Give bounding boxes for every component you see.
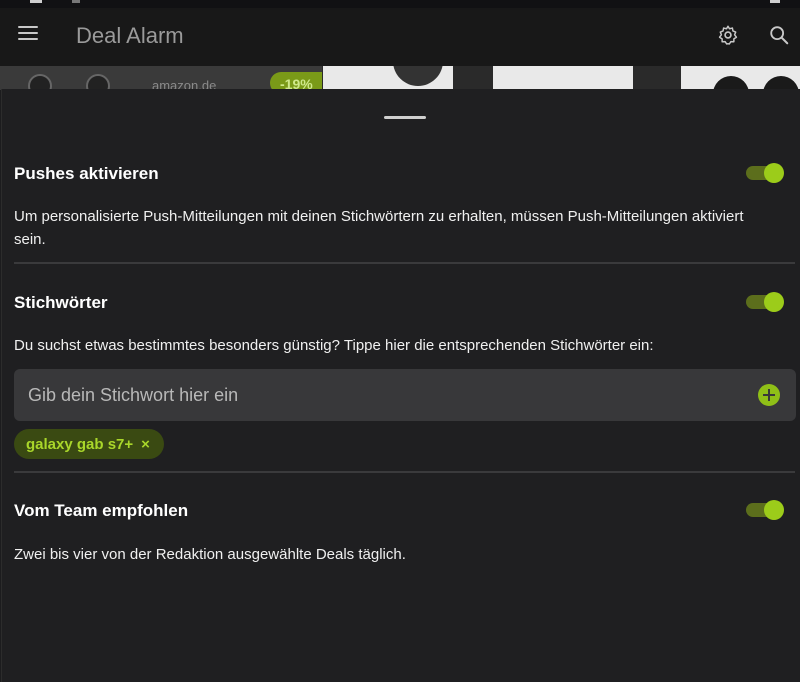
status-indicator-icon xyxy=(72,0,80,3)
team-title: Vom Team empfohlen xyxy=(14,501,189,520)
keyword-chip: galaxy gab s7+ × xyxy=(14,429,164,459)
background-deal-list: amazon.de -19% xyxy=(0,66,800,90)
app-title: Deal Alarm xyxy=(76,23,184,48)
close-icon[interactable]: × xyxy=(141,436,150,453)
app-bar: Deal Alarm xyxy=(0,8,800,66)
product-thumbnail xyxy=(28,74,52,90)
keywords-toggle[interactable] xyxy=(746,291,786,313)
team-description: Zwei bis vier von der Redaktion ausgewäh… xyxy=(14,546,406,563)
pushes-title: Pushes aktivieren xyxy=(14,164,159,183)
keywords-description: Du suchst etwas bestimmtes besonders gün… xyxy=(14,337,654,354)
pushes-description: Um personalisierte Push-Mitteilungen mit… xyxy=(14,208,744,248)
plus-circle-icon[interactable] xyxy=(758,384,780,406)
share-icon xyxy=(763,76,799,90)
pushes-toggle[interactable] xyxy=(746,162,786,184)
hamburger-menu-icon[interactable] xyxy=(18,26,40,44)
notification-settings-sheet: Pushes aktivieren Um personalisierte Pus… xyxy=(1,89,800,682)
discount-badge: -19% xyxy=(270,72,322,90)
keyword-input-container xyxy=(14,369,796,421)
keywords-title: Stichwörter xyxy=(14,293,108,312)
team-recommended-toggle[interactable] xyxy=(746,499,786,521)
battery-icon xyxy=(770,0,780,3)
like-icon xyxy=(713,76,749,90)
divider xyxy=(14,471,795,473)
product-thumbnail xyxy=(86,74,110,90)
status-bar xyxy=(0,0,800,8)
gear-icon[interactable] xyxy=(717,24,741,48)
keyword-chip-label: galaxy gab s7+ xyxy=(26,435,134,453)
keyword-input[interactable] xyxy=(14,369,744,421)
drag-handle[interactable] xyxy=(384,116,426,119)
deal-card: amazon.de -19% xyxy=(0,66,322,90)
status-indicator-icon xyxy=(30,0,42,3)
deal-image xyxy=(323,66,800,90)
search-icon[interactable] xyxy=(768,24,792,48)
divider xyxy=(14,262,795,264)
